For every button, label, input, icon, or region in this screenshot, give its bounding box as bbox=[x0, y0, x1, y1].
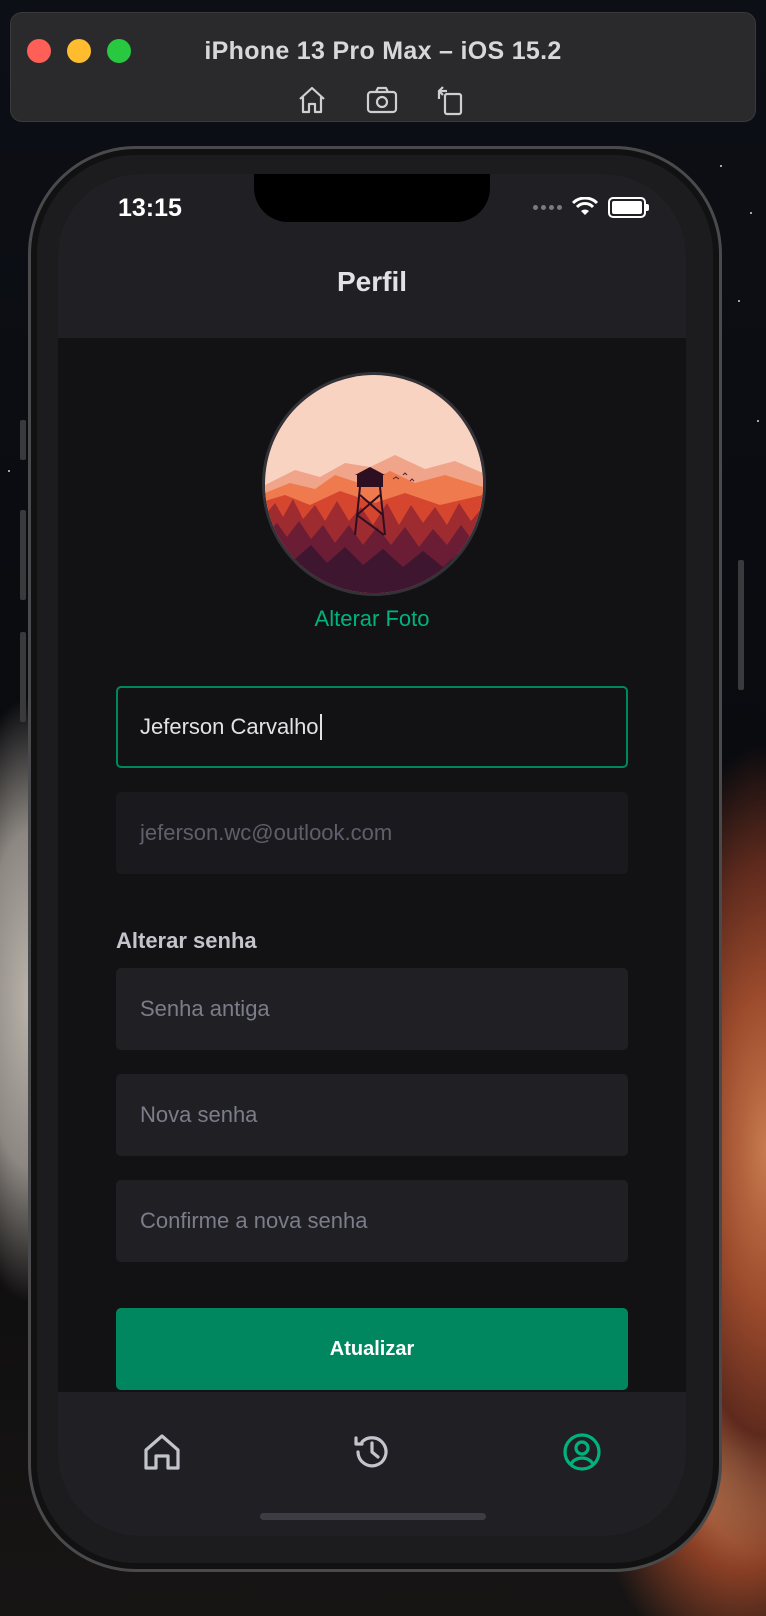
star bbox=[8, 470, 10, 472]
notch bbox=[254, 174, 490, 222]
tab-home[interactable] bbox=[140, 1430, 184, 1474]
home-icon bbox=[144, 1434, 180, 1470]
home-icon[interactable] bbox=[295, 83, 329, 117]
new-password-input[interactable]: Nova senha bbox=[116, 1074, 628, 1156]
avatar[interactable] bbox=[262, 372, 486, 596]
app-screen: Perfil 13:15 Alterar Foto Jeferson Carva… bbox=[58, 174, 686, 1536]
status-icons bbox=[533, 196, 649, 218]
old-password-placeholder: Senha antiga bbox=[140, 996, 270, 1021]
user-circle-icon bbox=[563, 1433, 601, 1471]
change-photo-link[interactable]: Alterar Foto bbox=[58, 606, 686, 632]
email-field: jeferson.wc@outlook.com bbox=[116, 792, 628, 874]
wifi-icon bbox=[572, 197, 598, 215]
status-time: 13:15 bbox=[118, 194, 182, 222]
change-password-label: Alterar senha bbox=[116, 928, 257, 953]
confirm-password-input[interactable]: Confirme a nova senha bbox=[116, 1180, 628, 1262]
new-password-placeholder: Nova senha bbox=[140, 1102, 258, 1127]
name-input-value: Jeferson Carvalho bbox=[140, 714, 319, 739]
avatar-image bbox=[265, 375, 483, 593]
volume-down-button bbox=[20, 632, 26, 722]
text-caret bbox=[319, 714, 322, 740]
signal-dots-icon bbox=[533, 204, 562, 210]
update-button[interactable]: Atualizar bbox=[116, 1308, 628, 1390]
home-indicator[interactable] bbox=[260, 1513, 486, 1520]
page-title: Perfil bbox=[336, 266, 408, 297]
volume-up-button bbox=[20, 510, 26, 600]
screenshot-icon[interactable] bbox=[365, 83, 399, 117]
star bbox=[720, 165, 722, 167]
star bbox=[750, 212, 752, 214]
power-button bbox=[738, 560, 744, 690]
rotate-icon[interactable] bbox=[433, 83, 467, 117]
email-field-value: jeferson.wc@outlook.com bbox=[140, 820, 393, 845]
tab-profile[interactable] bbox=[560, 1430, 604, 1474]
battery-icon bbox=[608, 196, 649, 218]
star bbox=[738, 300, 740, 302]
name-input[interactable]: Jeferson Carvalho bbox=[116, 686, 628, 768]
star bbox=[757, 420, 759, 422]
simulator-toolbar: iPhone 13 Pro Max – iOS 15.2 bbox=[10, 12, 756, 122]
tab-history[interactable] bbox=[350, 1430, 394, 1474]
history-icon bbox=[354, 1436, 388, 1468]
old-password-input[interactable]: Senha antiga bbox=[116, 968, 628, 1050]
simulator-title: iPhone 13 Pro Max – iOS 15.2 bbox=[204, 37, 562, 65]
mute-switch bbox=[20, 420, 26, 460]
confirm-password-placeholder: Confirme a nova senha bbox=[140, 1208, 368, 1233]
